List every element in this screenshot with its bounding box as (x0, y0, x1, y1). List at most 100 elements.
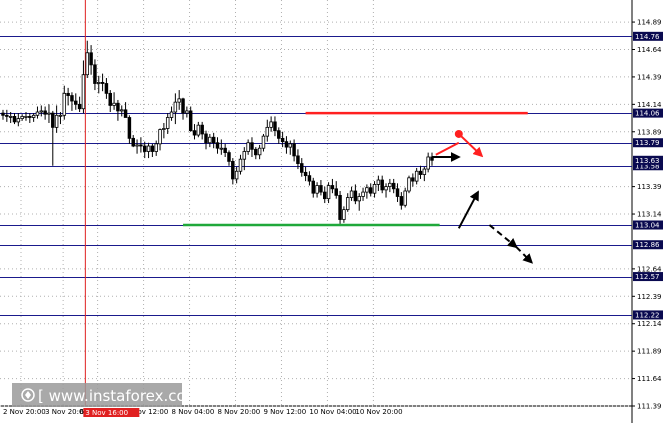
candle-body (384, 186, 388, 191)
candle-body (227, 152, 231, 162)
candle-body (85, 52, 90, 76)
candle-body (169, 111, 174, 118)
time-axis: 2 Nov 20:003 Nov 20:006 Nov 20:007 Nov 1… (3, 408, 403, 417)
candle-body (261, 135, 266, 149)
candle-body (177, 98, 181, 103)
time-tick-label: 9 Nov 12:00 (263, 408, 306, 416)
candle-body (311, 180, 315, 194)
candle-body (70, 95, 74, 102)
candle-body (35, 111, 40, 116)
candle-body (39, 110, 44, 113)
candle-body (181, 98, 185, 114)
candle-body (223, 147, 227, 154)
price-tick-label: 112.39 (637, 293, 662, 301)
candle-body (89, 52, 93, 66)
candle-body (139, 144, 143, 147)
candle-body (391, 182, 396, 190)
candle-body (242, 151, 247, 160)
price-tag-label: 113.04 (635, 222, 660, 230)
candle-body (123, 109, 128, 118)
candle-body (208, 136, 212, 144)
candle-body (24, 116, 28, 118)
candle-body (284, 141, 289, 148)
price-tick-label: 114.14 (637, 101, 662, 109)
candle-body (280, 137, 285, 143)
candle-body (273, 121, 277, 132)
candle-body (246, 142, 250, 152)
candle-body (31, 114, 36, 118)
candle-body (135, 144, 139, 147)
forecast-dot (454, 129, 463, 138)
candle-body (353, 190, 358, 202)
candle-body (196, 124, 201, 136)
candle-body (407, 177, 411, 192)
candle-body (47, 112, 51, 115)
price-tag-label: 112.57 (635, 273, 660, 281)
candle-body (334, 188, 338, 196)
price-tag-label: 113.63 (635, 157, 660, 165)
candle-body (349, 190, 354, 198)
candle-body (219, 147, 224, 150)
candle-body (315, 185, 319, 194)
candle-body (150, 145, 155, 152)
candle-body (100, 81, 105, 84)
price-tick-label: 113.89 (637, 128, 662, 136)
candle-body (254, 148, 258, 156)
price-tick-label: 112.14 (637, 320, 662, 328)
candle-body (62, 92, 67, 116)
candle-body (8, 116, 13, 118)
candle-body (119, 109, 124, 112)
candle-body (66, 92, 70, 96)
candle-body (81, 74, 86, 110)
candle-body (307, 175, 312, 182)
price-tick-label: 113.39 (637, 183, 662, 191)
price-tag-label: 114.06 (635, 110, 660, 118)
candle-body (173, 101, 178, 113)
candle-body (185, 110, 189, 114)
candle-body (142, 145, 147, 152)
candle-body (5, 114, 9, 117)
candle-body (380, 179, 384, 191)
time-tick-label: 8 Nov 04:00 (172, 408, 215, 416)
candle-body (414, 170, 419, 182)
time-tick-label: 2 Nov 20:00 (3, 408, 46, 416)
price-tag-label: 112.86 (635, 241, 660, 249)
price-tag-label: 112.22 (635, 311, 660, 319)
candle-body (1, 112, 5, 116)
price-tag-label: 113.79 (635, 139, 660, 147)
candle-body (257, 147, 262, 156)
candle-body (165, 117, 170, 129)
candle-body (277, 130, 281, 139)
candle-body (303, 171, 308, 177)
price-tick-label: 111.39 (637, 403, 662, 411)
candle-body (368, 187, 373, 194)
candle-body (146, 145, 151, 152)
candle-body (204, 133, 208, 144)
price-tick-label: 114.39 (637, 73, 662, 81)
candle-body (231, 160, 235, 180)
candle-body (58, 114, 63, 117)
candle-body (74, 100, 78, 105)
candle-body (234, 170, 239, 180)
candle-body (342, 209, 346, 220)
candle-body (288, 143, 293, 148)
candle-body (426, 156, 430, 170)
candle-body (265, 126, 270, 137)
candle-body (411, 177, 415, 182)
candle-body (326, 185, 331, 200)
candle-body (93, 64, 97, 84)
candle-body (250, 142, 254, 150)
candle-body (296, 155, 300, 164)
price-tick-label: 111.64 (637, 375, 662, 383)
candle-body (192, 130, 197, 136)
candle-body (399, 196, 404, 206)
candle-body (376, 179, 381, 185)
candle-body (365, 187, 369, 193)
candle-body (388, 182, 392, 188)
price-tick-label: 114.89 (637, 19, 662, 27)
candle-body (338, 194, 342, 220)
candle-body (323, 191, 327, 200)
candle-body (97, 81, 101, 84)
candle-body (238, 158, 243, 172)
candle-body (418, 170, 423, 175)
